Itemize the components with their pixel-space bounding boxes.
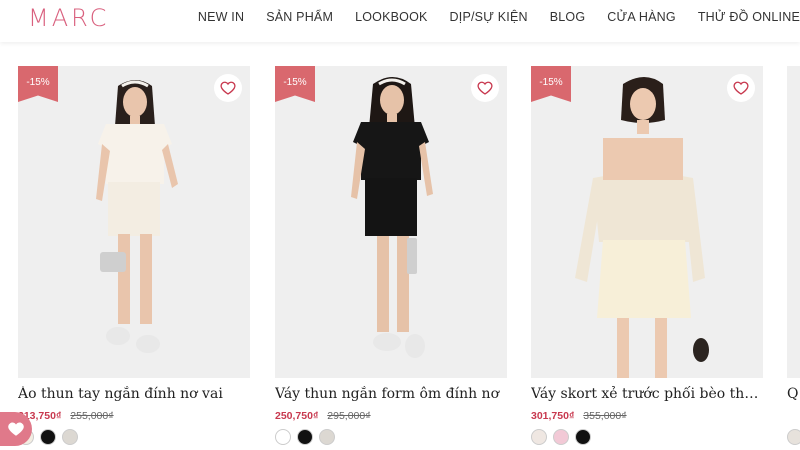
product-card[interactable]: -15% Váy skort xẻ trước phối bèo thất...…: [531, 66, 763, 450]
original-price: 355,000₫: [583, 410, 627, 422]
product-image[interactable]: -15%: [531, 66, 763, 378]
heart-icon: [8, 422, 24, 436]
product-image[interactable]: [787, 66, 800, 378]
nav-lookbook[interactable]: LOOKBOOK: [355, 10, 427, 24]
nav-events[interactable]: DỊP/SỰ KIỆN: [450, 10, 528, 24]
model-photo: [275, 66, 507, 378]
product-name[interactable]: Áo thun tay ngắn đính nơ vai: [18, 386, 250, 402]
heart-icon: [733, 81, 749, 95]
original-price: 255,000₫: [70, 410, 114, 422]
product-card[interactable]: -15% Áo thun tay ngắn đính nơ vai 213,75…: [18, 66, 250, 450]
nav-new-in[interactable]: NEW IN: [198, 10, 244, 24]
wishlist-button[interactable]: [471, 74, 499, 102]
product-name[interactable]: Váy skort xẻ trước phối bèo thất...: [531, 386, 763, 402]
product-card[interactable]: -15% Váy thun ngắn form ôm đính nơ 250,7…: [275, 66, 507, 450]
color-swatch[interactable]: [319, 429, 335, 445]
product-price: 301,750₫ 355,000₫: [531, 410, 627, 422]
color-swatch[interactable]: [62, 429, 78, 445]
heart-icon: [220, 81, 236, 95]
color-swatches: [531, 429, 597, 445]
color-swatch[interactable]: [575, 429, 591, 445]
product-card[interactable]: Q: [787, 66, 800, 450]
model-photo: [531, 66, 763, 378]
nav-blog[interactable]: BLOG: [550, 10, 586, 24]
nav-try-online[interactable]: THỬ ĐỒ ONLINE: [698, 10, 800, 24]
nav-products[interactable]: SẢN PHẨM: [266, 10, 333, 24]
product-image[interactable]: -15%: [18, 66, 250, 378]
original-price: 295,000₫: [327, 410, 371, 422]
product-image[interactable]: -15%: [275, 66, 507, 378]
product-name[interactable]: Váy thun ngắn form ôm đính nơ: [275, 386, 507, 402]
current-price: 301,750₫: [531, 410, 575, 422]
heart-icon: [477, 81, 493, 95]
brand-logo[interactable]: MARC: [28, 4, 109, 32]
current-price: 250,750₫: [275, 410, 319, 422]
color-swatch[interactable]: [787, 429, 800, 445]
product-price: 213,750₫ 255,000₫: [18, 410, 114, 422]
color-swatch[interactable]: [531, 429, 547, 445]
color-swatches: [275, 429, 341, 445]
nav-stores[interactable]: CỬA HÀNG: [607, 10, 676, 24]
color-swatch[interactable]: [553, 429, 569, 445]
color-swatch[interactable]: [40, 429, 56, 445]
wishlist-button[interactable]: [727, 74, 755, 102]
product-price: 250,750₫ 295,000₫: [275, 410, 371, 422]
color-swatches: [787, 429, 800, 445]
color-swatch[interactable]: [275, 429, 291, 445]
color-swatch[interactable]: [297, 429, 313, 445]
main-nav: NEW IN SẢN PHẨM LOOKBOOK DỊP/SỰ KIỆN BLO…: [198, 10, 800, 24]
product-name[interactable]: Q: [787, 386, 800, 402]
wishlist-button[interactable]: [214, 74, 242, 102]
product-grid: -15% Áo thun tay ngắn đính nơ vai 213,75…: [18, 66, 800, 450]
model-photo: [18, 66, 250, 378]
site-header: MARC NEW IN SẢN PHẨM LOOKBOOK DỊP/SỰ KIỆ…: [0, 0, 800, 42]
